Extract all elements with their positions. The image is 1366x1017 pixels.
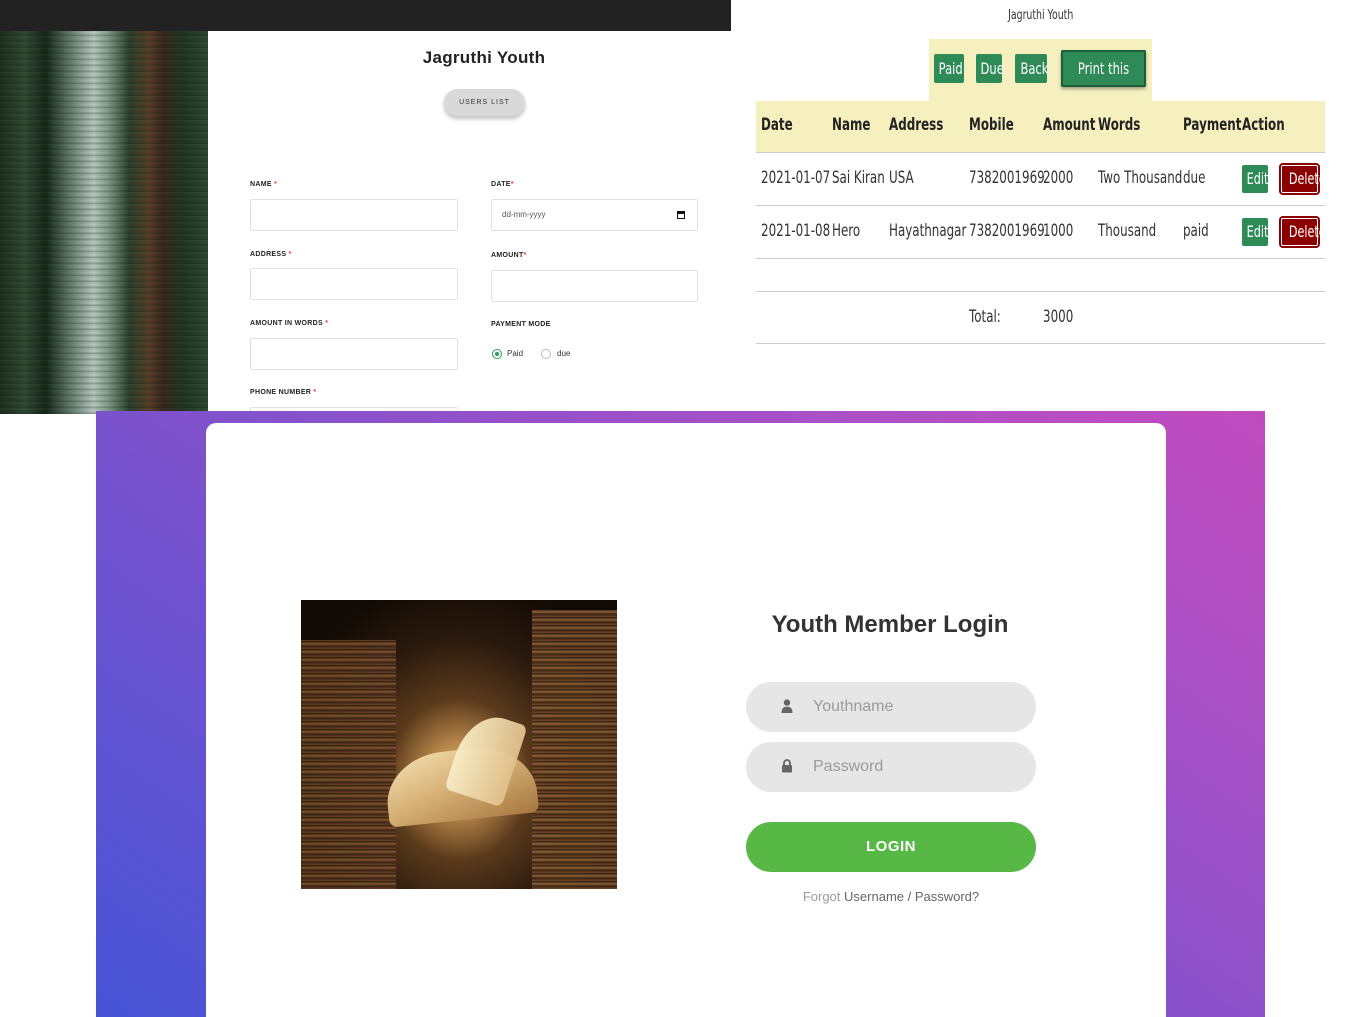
empty-row (756, 259, 1325, 292)
login-window: Youth Member Login LOGIN Forgot Username… (96, 411, 1265, 1017)
total-label: Total: (969, 307, 1001, 327)
amount-cell: 1000 (1043, 221, 1074, 241)
words-cell: Two Thousand (1098, 168, 1183, 188)
paid-radio[interactable] (492, 349, 502, 359)
column-header: Amount (1043, 115, 1096, 135)
address-field[interactable] (250, 268, 458, 300)
column-header: Date (761, 115, 793, 135)
table-row: 2021-01-08 Hero Hayathnagar 7382001969 1… (756, 206, 1326, 259)
forgot-credentials-link[interactable]: Username / Password? (844, 889, 979, 904)
due-radio-label: due (557, 349, 571, 358)
column-header: Address (889, 115, 944, 135)
users-list-button[interactable]: USERS LIST (444, 89, 525, 116)
open-book-image (301, 600, 617, 889)
print-page-button[interactable]: Print this page (1061, 50, 1146, 115)
edit-button[interactable]: Edit (1242, 165, 1268, 193)
payment-cell: due (1183, 168, 1206, 188)
forgot-credentials: Forgot Username / Password? (746, 889, 1036, 904)
date-cell: 2021-01-08 (761, 221, 831, 241)
user-icon (781, 699, 793, 713)
name-field[interactable] (250, 199, 458, 231)
table-row: 2021-01-07 Sai Kiran USA 7382001969 2000… (756, 153, 1326, 206)
name-cell: Hero (832, 221, 861, 241)
login-button[interactable]: LOGIN (746, 822, 1036, 872)
date-label: DATE* (491, 181, 514, 188)
total-row: Total: 3000 (756, 292, 1325, 344)
amount-in-words-label: AMOUNT IN WORDS * (250, 320, 329, 327)
form-title: Jagruthi Youth (422, 48, 546, 67)
column-header: Payment (1183, 115, 1242, 135)
address-cell: USA (889, 168, 914, 188)
edit-button[interactable]: Edit (1242, 218, 1268, 246)
date-placeholder: dd-mm-yyyy (502, 210, 546, 219)
forest-background-image (0, 31, 208, 414)
amount-field[interactable] (491, 270, 698, 302)
date-field[interactable]: dd-mm-yyyy (491, 199, 698, 231)
mobile-cell: 7382001969 (969, 168, 1045, 188)
calendar-icon[interactable] (677, 211, 685, 219)
username-field[interactable] (746, 682, 1036, 732)
paid-radio-label: Paid (507, 349, 524, 358)
date-cell: 2021-01-07 (761, 168, 831, 188)
password-field[interactable] (746, 742, 1036, 792)
login-card: Youth Member Login LOGIN Forgot Username… (206, 423, 1166, 1017)
amount-in-words-field[interactable] (250, 338, 458, 370)
words-cell: Thousand (1098, 221, 1157, 241)
paid-filter-button[interactable]: Paid (934, 54, 964, 83)
filter-button-bar: Paid Due Back Print this page (929, 39, 1152, 115)
column-header: Words (1098, 115, 1141, 135)
name-label: NAME * (250, 181, 278, 188)
mobile-cell: 7382001969 (969, 221, 1045, 241)
table-header: Date Name Address Mobile Amount Words Pa… (756, 101, 1325, 153)
column-header: Mobile (969, 115, 1014, 135)
login-title: Youth Member Login (771, 611, 1009, 638)
address-label: ADDRESS * (250, 251, 292, 258)
password-input[interactable] (813, 742, 1023, 792)
name-cell: Sai Kiran (832, 168, 885, 188)
column-header: Name (832, 115, 871, 135)
forgot-prefix: Forgot (802, 889, 841, 904)
payment-cell: paid (1183, 221, 1209, 241)
amount-cell: 2000 (1043, 168, 1074, 188)
delete-button[interactable]: Delete (1281, 218, 1326, 246)
total-value: 3000 (1043, 307, 1074, 327)
delete-button[interactable]: Delete (1281, 165, 1326, 193)
list-title: Jagruthi Youth (1008, 8, 1074, 23)
back-button[interactable]: Back (1015, 54, 1048, 83)
entry-form-window: Jagruthi Youth USERS LIST NAME * DATE* d… (0, 0, 731, 414)
due-filter-button[interactable]: Due (976, 54, 1004, 83)
due-radio[interactable] (541, 349, 551, 359)
browser-top-bar (0, 0, 731, 31)
column-header: Action (1242, 115, 1285, 135)
lock-icon (782, 759, 792, 773)
address-cell: Hayathnagar (889, 221, 967, 241)
phone-number-label: PHONE NUMBER * (250, 389, 317, 396)
username-input[interactable] (813, 682, 1023, 732)
amount-label: AMOUNT* (491, 252, 527, 259)
payment-mode-label: PAYMENT MODE (491, 321, 551, 328)
payments-list-window: Jagruthi Youth Paid Due Back Print this … (731, 0, 1366, 411)
